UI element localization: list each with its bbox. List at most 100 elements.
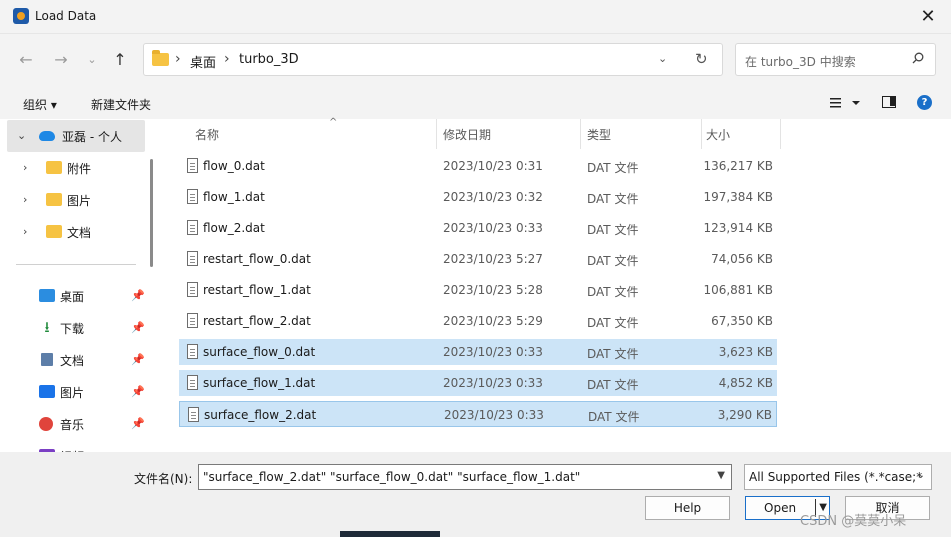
- picture-icon: [39, 385, 55, 398]
- help-button[interactable]: Help: [645, 496, 730, 520]
- column-header-size[interactable]: 大小: [702, 119, 780, 149]
- folder-icon: [46, 161, 62, 174]
- chevron-right-icon[interactable]: ›: [23, 193, 27, 206]
- file-name: surface_flow_0.dat: [203, 345, 316, 359]
- open-label: Open: [764, 501, 797, 515]
- file-type-select[interactable]: All Supported Files (*.*case;* ⌄: [744, 464, 932, 490]
- up-arrow-icon[interactable]: ↑: [109, 50, 131, 70]
- search-placeholder[interactable]: 在 turbo_3D 中搜索: [745, 53, 856, 70]
- file-row[interactable]: flow_0.dat 2023/10/23 0:31 DAT 文件 136,21…: [179, 153, 777, 179]
- sidebar-item-pictures-folder[interactable]: › 图片: [20, 184, 157, 216]
- pin-icon[interactable]: 📌: [131, 353, 145, 366]
- breadcrumb-desktop[interactable]: 桌面: [190, 52, 216, 71]
- file-date: 2023/10/23 5:29: [443, 314, 543, 328]
- preview-pane-icon[interactable]: [882, 96, 896, 108]
- filename-label: 文件名(N):: [134, 472, 193, 486]
- file-name: surface_flow_2.dat: [204, 408, 317, 422]
- file-size: 67,350 KB: [711, 314, 773, 328]
- organize-label: 组织: [23, 98, 48, 112]
- forward-arrow-icon[interactable]: →: [50, 50, 72, 70]
- file-row-selected-focused[interactable]: surface_flow_2.dat 2023/10/23 0:33 DAT 文…: [179, 401, 777, 427]
- filename-input[interactable]: "surface_flow_2.dat" "surface_flow_0.dat…: [198, 464, 732, 490]
- breadcrumb-separator-icon: ›: [175, 51, 181, 67]
- sidebar-item-downloads[interactable]: ⭳ 下载 📌: [7, 312, 145, 344]
- file-row[interactable]: flow_1.dat 2023/10/23 0:32 DAT 文件 197,38…: [179, 184, 777, 210]
- file-row-selected[interactable]: surface_flow_1.dat 2023/10/23 0:33 DAT 文…: [179, 370, 777, 396]
- sidebar-item-documents[interactable]: 文档 📌: [7, 344, 145, 376]
- column-divider[interactable]: [780, 119, 781, 149]
- view-options-icon[interactable]: [828, 95, 862, 111]
- chevron-right-icon[interactable]: ›: [23, 161, 27, 174]
- search-icon[interactable]: [912, 52, 924, 64]
- sidebar-item-music[interactable]: 音乐 📌: [7, 408, 145, 440]
- sidebar-item-label: 下载: [60, 322, 85, 336]
- file-date: 2023/10/23 0:33: [443, 345, 543, 359]
- sidebar-item-label: 文档: [67, 226, 92, 240]
- file-type: DAT 文件: [587, 161, 639, 175]
- file-name: restart_flow_1.dat: [203, 283, 311, 297]
- close-icon[interactable]: ✕: [915, 4, 941, 30]
- navigation-pane: ⌄ 亚磊 - 个人 › 附件 › 图片 › 文档 桌面 📌 ⭳ 下载 📌 文档 …: [0, 119, 157, 452]
- organize-menu[interactable]: 组织 ▾: [23, 96, 57, 113]
- sidebar-item-personal[interactable]: ⌄ 亚磊 - 个人: [7, 120, 145, 152]
- pin-icon[interactable]: 📌: [131, 417, 145, 430]
- chevron-down-icon[interactable]: ▼: [717, 470, 725, 481]
- file-type-value[interactable]: All Supported Files (*.*case;*: [749, 470, 922, 484]
- refresh-icon[interactable]: ↻: [695, 50, 708, 68]
- sort-ascending-icon: ^: [329, 117, 338, 128]
- pin-icon[interactable]: 📌: [131, 289, 145, 302]
- file-type: DAT 文件: [587, 223, 639, 237]
- pin-icon[interactable]: 📌: [131, 321, 145, 334]
- new-folder-button[interactable]: 新建文件夹: [91, 96, 151, 113]
- chevron-right-icon[interactable]: ›: [23, 225, 27, 238]
- column-header-label: 大小: [706, 128, 731, 142]
- sidebar-item-label: 音乐: [60, 418, 85, 432]
- command-bar: 组织 ▾ 新建文件夹 ?: [0, 86, 951, 119]
- file-size: 3,623 KB: [718, 345, 773, 359]
- sidebar-item-videos[interactable]: 视频: [7, 440, 145, 452]
- search-box[interactable]: 在 turbo_3D 中搜索: [735, 43, 936, 76]
- filename-value[interactable]: "surface_flow_2.dat" "surface_flow_0.dat…: [203, 470, 580, 484]
- recent-locations-chevron-icon[interactable]: ⌄: [81, 50, 103, 70]
- file-date: 2023/10/23 5:27: [443, 252, 543, 266]
- folder-icon: [46, 225, 62, 238]
- sidebar-item-label: 图片: [60, 386, 85, 400]
- column-header-date[interactable]: 修改日期: [437, 119, 580, 149]
- column-header-type[interactable]: 类型: [581, 119, 701, 149]
- file-row[interactable]: restart_flow_2.dat 2023/10/23 5:29 DAT 文…: [179, 308, 777, 334]
- address-bar[interactable]: › 桌面 › turbo_3D ⌄ ↻: [143, 43, 723, 76]
- file-icon: [187, 251, 198, 266]
- back-arrow-icon[interactable]: ←: [15, 50, 37, 70]
- sidebar-scrollbar[interactable]: [150, 159, 153, 267]
- file-size: 4,852 KB: [718, 376, 773, 390]
- chevron-down-icon[interactable]: ⌄: [917, 470, 925, 481]
- window-title: Load Data: [35, 9, 97, 23]
- sidebar-item-pictures[interactable]: 图片 📌: [7, 376, 145, 408]
- file-size: 123,914 KB: [703, 221, 773, 235]
- chevron-down-icon[interactable]: ⌄: [17, 129, 26, 142]
- file-row-selected[interactable]: surface_flow_0.dat 2023/10/23 0:33 DAT 文…: [179, 339, 777, 365]
- sidebar-item-attachments[interactable]: › 附件: [20, 152, 157, 184]
- address-dropdown-icon[interactable]: ⌄: [658, 52, 667, 65]
- sidebar-item-desktop[interactable]: 桌面 📌: [7, 280, 145, 312]
- column-header-name[interactable]: ^ 名称: [179, 117, 436, 149]
- document-icon: [41, 353, 53, 366]
- pin-icon[interactable]: 📌: [131, 385, 145, 398]
- file-size: 74,056 KB: [711, 252, 773, 266]
- download-icon: ⭳: [44, 318, 50, 336]
- background-strip: [340, 531, 440, 537]
- sidebar-item-documents-folder[interactable]: › 文档: [20, 216, 157, 248]
- file-name: flow_1.dat: [203, 190, 265, 204]
- file-row[interactable]: flow_2.dat 2023/10/23 0:33 DAT 文件 123,91…: [179, 215, 777, 241]
- file-row[interactable]: restart_flow_1.dat 2023/10/23 5:28 DAT 文…: [179, 277, 777, 303]
- breadcrumb-separator-icon: ›: [224, 51, 230, 67]
- file-size: 3,290 KB: [717, 408, 772, 422]
- watermark: CSDN @莫莫小呆: [800, 514, 907, 529]
- help-icon[interactable]: ?: [917, 95, 932, 110]
- breadcrumb-turbo3d[interactable]: turbo_3D: [239, 52, 299, 67]
- title-bar: Load Data ✕: [0, 0, 951, 34]
- file-row[interactable]: restart_flow_0.dat 2023/10/23 5:27 DAT 文…: [179, 246, 777, 272]
- sidebar-item-label: 桌面: [60, 290, 85, 304]
- app-icon: [13, 8, 29, 24]
- file-date: 2023/10/23 0:32: [443, 190, 543, 204]
